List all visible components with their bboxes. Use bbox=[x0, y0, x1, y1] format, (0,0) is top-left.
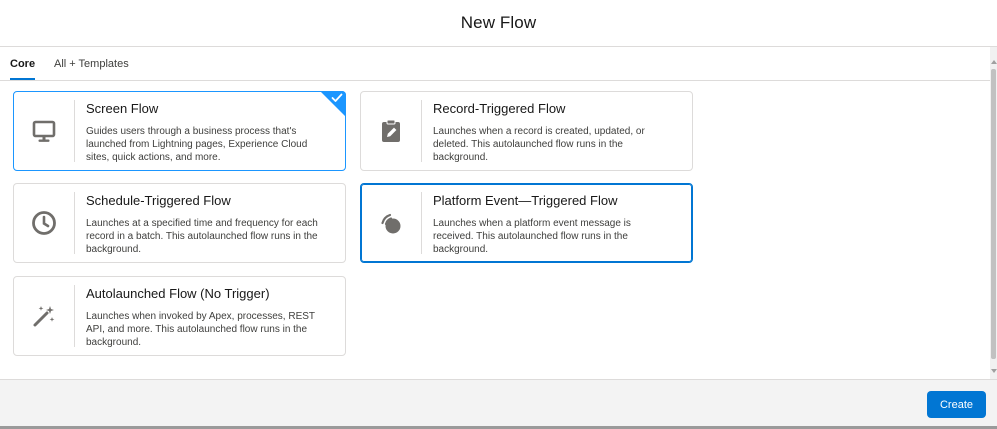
card-title: Screen Flow bbox=[86, 101, 159, 116]
card-description: Launches when a platform event message i… bbox=[433, 218, 631, 255]
card-title: Record-Triggered Flow bbox=[433, 101, 566, 116]
magic-wand-icon bbox=[14, 285, 75, 347]
new-flow-modal: New Flow Core All + Templates Screen Flo… bbox=[0, 0, 997, 429]
card-platform-event-triggered-flow[interactable]: Platform Event—Triggered Flow Launches w… bbox=[360, 183, 693, 263]
card-autolaunched-flow[interactable]: Autolaunched Flow (No Trigger) Launches … bbox=[13, 276, 346, 356]
card-title: Autolaunched Flow (No Trigger) bbox=[86, 286, 270, 301]
scrollbar-thumb[interactable] bbox=[991, 69, 996, 359]
scrollbar[interactable] bbox=[990, 47, 997, 379]
card-description: Guides users through a business process … bbox=[86, 126, 308, 163]
checkmark-icon bbox=[331, 93, 343, 102]
card-description: Launches when invoked by Apex, processes… bbox=[86, 311, 315, 348]
clock-icon bbox=[14, 192, 75, 254]
tab-bar: Core All + Templates bbox=[0, 47, 997, 81]
card-title: Platform Event—Triggered Flow bbox=[433, 193, 618, 208]
modal-footer: Create bbox=[0, 379, 997, 429]
card-schedule-triggered-flow[interactable]: Schedule-Triggered Flow Launches at a sp… bbox=[13, 183, 346, 263]
modal-header: New Flow bbox=[0, 0, 997, 47]
card-title: Schedule-Triggered Flow bbox=[86, 193, 231, 208]
monitor-icon bbox=[14, 100, 75, 162]
scroll-down-arrow-icon[interactable] bbox=[991, 369, 997, 373]
tab-all-templates[interactable]: All + Templates bbox=[54, 47, 129, 80]
modal-title: New Flow bbox=[460, 13, 537, 32]
signal-event-icon bbox=[361, 192, 422, 254]
tab-core[interactable]: Core bbox=[10, 47, 36, 80]
card-description: Launches when a record is created, updat… bbox=[433, 126, 645, 163]
create-button[interactable]: Create bbox=[927, 391, 986, 418]
scroll-up-arrow-icon[interactable] bbox=[991, 60, 997, 64]
clipboard-edit-icon bbox=[361, 100, 422, 162]
card-screen-flow[interactable]: Screen Flow Guides users through a busin… bbox=[13, 91, 346, 171]
card-description: Launches at a specified time and frequen… bbox=[86, 218, 318, 255]
card-record-triggered-flow[interactable]: Record-Triggered Flow Launches when a re… bbox=[360, 91, 693, 171]
